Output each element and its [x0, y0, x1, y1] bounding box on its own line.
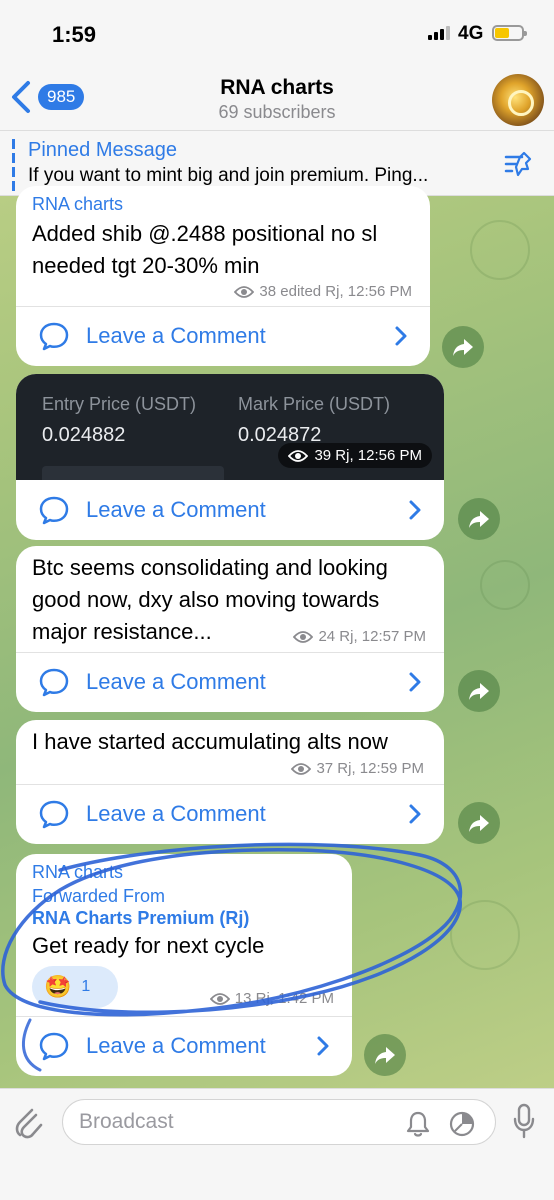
- comment-bubble-icon: [39, 496, 69, 525]
- network-type: 4G: [458, 23, 484, 44]
- message-meta: 39 Rj, 12:56 PM: [278, 443, 432, 468]
- leave-comment-button[interactable]: Leave a Comment: [16, 652, 444, 712]
- forwarded-label: Forwarded From: [32, 886, 166, 906]
- microphone-icon[interactable]: [512, 1103, 536, 1141]
- entry-price-label: Entry Price (USDT): [42, 394, 197, 414]
- eye-icon: [234, 285, 255, 298]
- chevron-right-icon: [317, 1036, 329, 1056]
- eye-icon: [209, 992, 230, 1005]
- share-icon: [469, 815, 489, 832]
- status-time: 1:59: [52, 22, 97, 47]
- paperclip-icon[interactable]: [14, 1105, 44, 1139]
- eye-icon: [293, 630, 314, 643]
- leave-comment-button[interactable]: Leave a Comment: [16, 306, 430, 366]
- share-button[interactable]: [458, 670, 500, 712]
- card-strip: [42, 466, 224, 480]
- bell-icon[interactable]: [405, 1110, 431, 1138]
- comment-label: Leave a Comment: [86, 669, 266, 694]
- eye-icon: [291, 762, 312, 775]
- background-doodle: [450, 900, 520, 970]
- leave-comment-button[interactable]: Leave a Comment: [16, 1016, 352, 1076]
- message-meta: 37 Rj, 12:59 PM: [291, 760, 424, 777]
- comment-label: Leave a Comment: [86, 497, 266, 522]
- entry-price-value: 0.024882: [42, 424, 126, 446]
- signal-icon: [428, 26, 450, 40]
- comment-bubble-icon: [39, 1032, 69, 1061]
- share-button[interactable]: [458, 498, 500, 540]
- subscriber-count: 69 subscribers: [218, 102, 336, 122]
- message-meta: 13 Rj, 1:42 PM: [209, 990, 334, 1007]
- background-doodle: [480, 560, 530, 610]
- comment-bubble-icon: [39, 800, 69, 829]
- share-icon: [469, 683, 489, 700]
- battery-icon: [492, 25, 527, 41]
- broadcast-field[interactable]: [62, 1099, 496, 1145]
- pinned-title: Pinned Message: [28, 139, 177, 161]
- background-doodle: [470, 220, 530, 280]
- reaction-count: 1: [81, 978, 91, 995]
- channel-avatar[interactable]: [492, 74, 544, 126]
- message-bubble[interactable]: Btc seems consolidating and looking good…: [16, 546, 444, 712]
- broadcast-input[interactable]: [79, 1110, 389, 1134]
- comment-label: Leave a Comment: [86, 323, 266, 348]
- message-meta: 24 Rj, 12:57 PM: [293, 628, 426, 645]
- message-sender: RNA charts: [32, 862, 124, 882]
- share-icon: [375, 1047, 395, 1064]
- share-button[interactable]: [458, 802, 500, 844]
- trade-card-image[interactable]: Entry Price (USDT) 0.024882 Mark Price (…: [16, 374, 444, 480]
- reaction-chip[interactable]: 🤩 1: [32, 966, 118, 1008]
- chevron-right-icon: [409, 672, 421, 692]
- comment-label: Leave a Comment: [86, 801, 266, 826]
- pinned-indicator: [12, 139, 15, 191]
- message-bubble[interactable]: RNA charts Added shib @.2488 positional …: [16, 186, 430, 366]
- star-struck-emoji: 🤩: [44, 974, 72, 999]
- forwarded-source[interactable]: RNA Charts Premium (Rj): [32, 908, 249, 929]
- chat-header: 985 RNA charts 69 subscribers: [0, 68, 554, 130]
- message-bubble[interactable]: I have started accumulating alts now 37 …: [16, 720, 444, 844]
- message-text: I have started accumulating alts now: [32, 729, 388, 754]
- channel-title[interactable]: RNA charts: [0, 76, 554, 100]
- pinned-text: If you want to mint big and join premium…: [28, 165, 429, 186]
- leave-comment-button[interactable]: Leave a Comment: [16, 784, 444, 844]
- message-input-bar: [0, 1088, 554, 1200]
- eye-icon: [288, 449, 309, 462]
- chevron-right-icon: [395, 326, 407, 346]
- share-icon: [469, 511, 489, 528]
- message-text: Added shib @.2488 positional no sl neede…: [32, 221, 378, 278]
- share-button[interactable]: [442, 326, 484, 368]
- message-sender: RNA charts: [32, 194, 124, 214]
- message-bubble[interactable]: RNA charts Forwarded From RNA Charts Pre…: [16, 854, 352, 1076]
- unpin-icon[interactable]: [502, 149, 534, 179]
- timer-icon[interactable]: [449, 1111, 475, 1137]
- status-bar: 1:59 4G: [0, 0, 554, 68]
- comment-bubble-icon: [39, 322, 69, 351]
- message-meta: 38 edited Rj, 12:56 PM: [234, 283, 412, 300]
- mark-price-label: Mark Price (USDT): [238, 394, 390, 414]
- comment-label: Leave a Comment: [86, 1033, 266, 1058]
- share-icon: [453, 339, 473, 356]
- chevron-right-icon: [409, 804, 421, 824]
- message-text: Get ready for next cycle: [32, 933, 265, 958]
- comment-bubble-icon: [39, 668, 69, 697]
- message-bubble[interactable]: Entry Price (USDT) 0.024882 Mark Price (…: [16, 374, 444, 540]
- leave-comment-button[interactable]: Leave a Comment: [16, 480, 444, 540]
- share-button[interactable]: [364, 1034, 406, 1076]
- chevron-right-icon: [409, 500, 421, 520]
